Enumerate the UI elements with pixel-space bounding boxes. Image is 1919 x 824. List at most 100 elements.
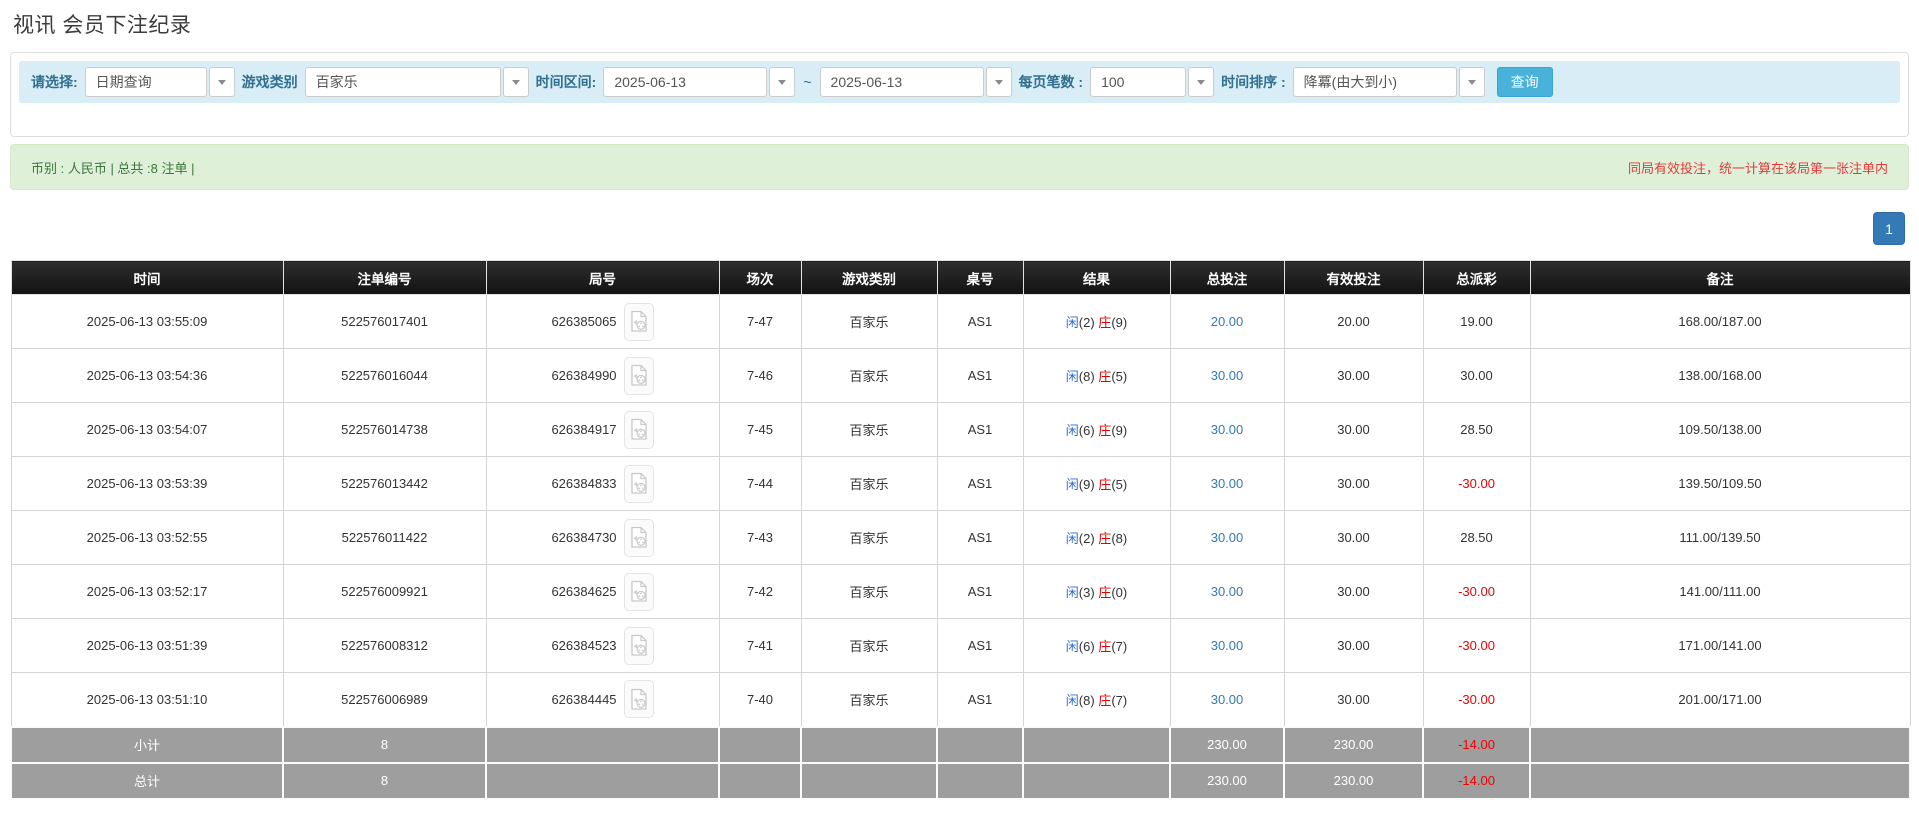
video-file-icon — [630, 526, 648, 549]
footer-empty — [719, 727, 801, 763]
cell-round-no: 626384833 — [486, 457, 719, 511]
footer-empty — [719, 763, 801, 799]
cell-bet-no: 522576011422 — [283, 511, 486, 565]
search-button[interactable]: 查询 — [1497, 67, 1553, 97]
header-valid-bet: 有效投注 — [1284, 261, 1423, 295]
banker-label: 庄 — [1098, 531, 1111, 546]
cell-bet-no: 522576017401 — [283, 295, 486, 349]
cell-time: 2025-06-13 03:51:39 — [11, 619, 283, 673]
cell-payout: -30.00 — [1423, 565, 1530, 619]
bet-records-table: 时间 注单编号 局号 场次 游戏类别 桌号 结果 总投注 有效投注 总派彩 备注… — [10, 260, 1911, 800]
footer-payout: -14.00 — [1423, 727, 1530, 763]
cell-session: 7-45 — [719, 403, 801, 457]
cell-remark: 168.00/187.00 — [1530, 295, 1910, 349]
cell-game-type: 百家乐 — [801, 295, 937, 349]
cell-bet-no: 522576008312 — [283, 619, 486, 673]
cell-game-type: 百家乐 — [801, 403, 937, 457]
cell-valid-bet: 30.00 — [1284, 457, 1423, 511]
video-record-button[interactable] — [624, 303, 654, 341]
header-time: 时间 — [11, 261, 283, 295]
total-bet-link[interactable]: 30.00 — [1211, 368, 1244, 383]
cell-bet-no: 522576009921 — [283, 565, 486, 619]
banker-label: 庄 — [1098, 315, 1111, 330]
chevron-down-icon[interactable] — [1188, 67, 1214, 97]
query-type-label: 请选择: — [31, 72, 78, 92]
video-record-button[interactable] — [624, 411, 654, 449]
banker-label: 庄 — [1098, 639, 1111, 654]
cell-time: 2025-06-13 03:51:10 — [11, 673, 283, 727]
date-to-input[interactable]: 2025-06-13 — [820, 67, 1012, 97]
per-page-select[interactable]: 100 — [1090, 67, 1214, 97]
total-bet-link[interactable]: 30.00 — [1211, 476, 1244, 491]
table-row: 2025-06-13 03:51:10522576006989626384445… — [11, 673, 1910, 727]
page-1-button[interactable]: 1 — [1873, 212, 1905, 245]
round-number: 626384833 — [551, 476, 616, 491]
date-from-input[interactable]: 2025-06-13 — [603, 67, 795, 97]
cell-total-bet: 30.00 — [1170, 565, 1284, 619]
chevron-down-icon[interactable] — [1459, 67, 1485, 97]
cell-valid-bet: 30.00 — [1284, 673, 1423, 727]
video-record-button[interactable] — [624, 627, 654, 665]
round-number: 626385065 — [551, 314, 616, 329]
table-footer-row: 总计8230.00230.00-14.00 — [11, 763, 1910, 799]
table-row: 2025-06-13 03:52:55522576011422626384730… — [11, 511, 1910, 565]
total-bet-link[interactable]: 30.00 — [1211, 530, 1244, 545]
cell-result: 闲(8) 庄(5) — [1023, 349, 1170, 403]
footer-empty — [937, 727, 1023, 763]
date-from-value: 2025-06-13 — [603, 67, 767, 97]
video-record-button[interactable] — [624, 519, 654, 557]
same-round-notice: 同局有效投注，统一计算在该局第一张注单内 — [1628, 158, 1888, 177]
game-type-select[interactable]: 百家乐 — [305, 67, 529, 97]
cell-session: 7-46 — [719, 349, 801, 403]
cell-game-type: 百家乐 — [801, 565, 937, 619]
footer-total-bet: 230.00 — [1170, 763, 1284, 799]
date-to-value: 2025-06-13 — [820, 67, 984, 97]
cell-remark: 201.00/171.00 — [1530, 673, 1910, 727]
video-record-button[interactable] — [624, 573, 654, 611]
filter-bar: 请选择: 日期查询 游戏类别 百家乐 时间区间: 2025-06-13 ~ 20… — [19, 61, 1900, 103]
footer-payout: -14.00 — [1423, 763, 1530, 799]
footer-empty — [486, 763, 719, 799]
currency-total-text: 币别 : 人民币 | 总共 :8 注单 | — [31, 158, 195, 177]
round-number: 626384523 — [551, 638, 616, 653]
table-row: 2025-06-13 03:52:17522576009921626384625… — [11, 565, 1910, 619]
player-label: 闲 — [1066, 369, 1079, 384]
cell-game-type: 百家乐 — [801, 673, 937, 727]
footer-empty — [801, 727, 937, 763]
cell-table-no: AS1 — [937, 295, 1023, 349]
cell-time: 2025-06-13 03:53:39 — [11, 457, 283, 511]
cell-session: 7-40 — [719, 673, 801, 727]
total-bet-link[interactable]: 30.00 — [1211, 422, 1244, 437]
table-row: 2025-06-13 03:55:09522576017401626385065… — [11, 295, 1910, 349]
header-result: 结果 — [1023, 261, 1170, 295]
round-number: 626384625 — [551, 584, 616, 599]
video-record-button[interactable] — [624, 465, 654, 503]
total-bet-link[interactable]: 20.00 — [1211, 314, 1244, 329]
tilde-separator: ~ — [803, 74, 811, 90]
total-bet-link[interactable]: 30.00 — [1211, 584, 1244, 599]
cell-session: 7-47 — [719, 295, 801, 349]
cell-session: 7-41 — [719, 619, 801, 673]
video-file-icon — [630, 310, 648, 333]
footer-remark — [1530, 763, 1910, 799]
player-label: 闲 — [1066, 423, 1079, 438]
total-bet-link[interactable]: 30.00 — [1211, 692, 1244, 707]
chevron-down-icon[interactable] — [209, 67, 235, 97]
sort-select[interactable]: 降冪(由大到小) — [1293, 67, 1485, 97]
cell-total-bet: 30.00 — [1170, 349, 1284, 403]
footer-empty — [937, 763, 1023, 799]
cell-table-no: AS1 — [937, 673, 1023, 727]
query-type-select[interactable]: 日期查询 — [85, 67, 235, 97]
cell-game-type: 百家乐 — [801, 511, 937, 565]
cell-game-type: 百家乐 — [801, 349, 937, 403]
footer-valid-bet: 230.00 — [1284, 763, 1423, 799]
video-record-button[interactable] — [624, 680, 654, 718]
total-bet-link[interactable]: 30.00 — [1211, 638, 1244, 653]
table-header-row: 时间 注单编号 局号 场次 游戏类别 桌号 结果 总投注 有效投注 总派彩 备注 — [11, 261, 1910, 295]
banker-label: 庄 — [1098, 585, 1111, 600]
chevron-down-icon[interactable] — [503, 67, 529, 97]
filter-panel: 请选择: 日期查询 游戏类别 百家乐 时间区间: 2025-06-13 ~ 20… — [10, 52, 1909, 137]
chevron-down-icon[interactable] — [986, 67, 1012, 97]
chevron-down-icon[interactable] — [769, 67, 795, 97]
video-record-button[interactable] — [624, 357, 654, 395]
